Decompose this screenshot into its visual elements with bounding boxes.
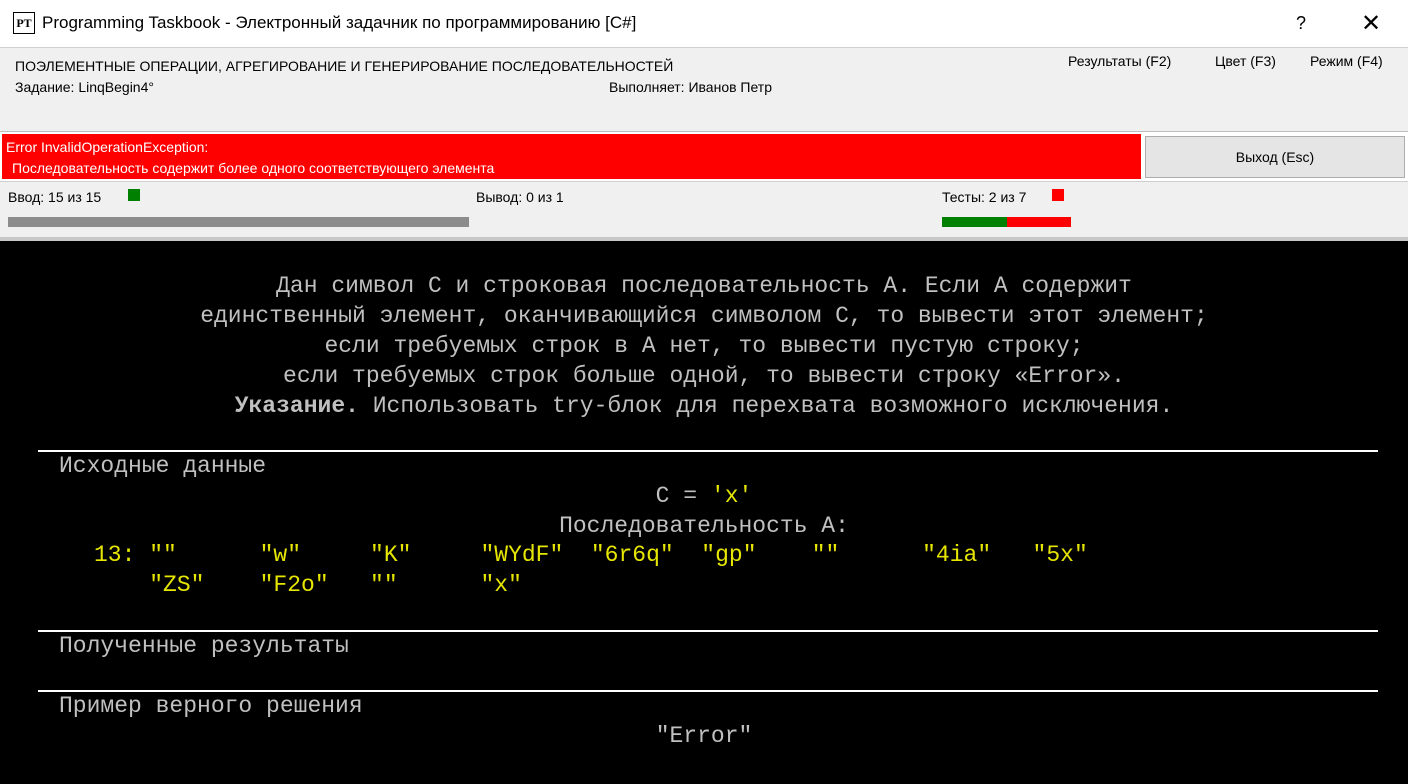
help-button[interactable]: ? — [1278, 0, 1324, 47]
output-count: Вывод: 0 из 1 — [476, 189, 564, 205]
c-value: C = 'x' — [0, 481, 1408, 511]
description-line: если требуемых строк в A нет, то вывести… — [324, 333, 1084, 359]
example-section-title: Пример верного решения — [59, 693, 363, 719]
hint-label: Указание. — [234, 393, 359, 419]
error-type: Error InvalidOperationException: — [6, 139, 209, 155]
mode-menu-item[interactable]: Режим (F4) — [1310, 52, 1383, 70]
window-title: Programming Taskbook - Электронный задач… — [42, 13, 637, 32]
group-title: ПОЭЛЕМЕНТНЫЕ ОПЕРАЦИИ, АГРЕГИРОВАНИЕ И Г… — [15, 58, 674, 74]
hint-text: Использовать try-блок для перехвата возм… — [358, 393, 1174, 419]
input-progress-bar — [8, 217, 469, 227]
input-section-title: Исходные данные — [59, 453, 267, 479]
c-name: C = — [655, 483, 711, 509]
exit-button[interactable]: Выход (Esc) — [1145, 136, 1405, 178]
task-name: Задание: LinqBegin4° — [15, 79, 154, 95]
c-literal: 'x' — [710, 483, 753, 509]
description-line: если требуемых строк больше одной, то вы… — [283, 363, 1125, 389]
divider — [0, 131, 1408, 132]
input-count: Ввод: 15 из 15 — [8, 189, 102, 205]
app-icon: PT — [13, 12, 35, 34]
example-output: "Error" — [655, 723, 753, 749]
tests-count: Тесты: 2 из 7 — [942, 189, 1027, 205]
color-menu-item[interactable]: Цвет (F3) — [1215, 52, 1276, 70]
error-message: Последовательность содержит более одного… — [12, 160, 495, 176]
tests-remaining-bar — [1007, 217, 1071, 227]
description-hint: Указание. Использовать try-блок для пере… — [0, 391, 1408, 421]
sequence-row: "ZS" "F2o" "" "x" — [94, 572, 522, 598]
close-button[interactable]: ✕ — [1348, 0, 1394, 47]
description-line: единственный элемент, оканчивающийся сим… — [200, 303, 1208, 329]
status-row — [0, 181, 1408, 237]
results-menu-item[interactable]: Результаты (F2) — [1068, 52, 1171, 70]
results-section-title: Полученные результаты — [59, 633, 349, 659]
sequence-row: 13: "" "w" "K" "WYdF" "6r6q" "gp" "" "4i… — [94, 542, 1088, 568]
sequence-title: Последовательность A: — [559, 513, 849, 539]
description-line: Дан символ C и строковая последовательно… — [276, 273, 1132, 299]
input-status-indicator — [128, 189, 140, 201]
performer-name: Выполняет: Иванов Петр — [609, 79, 773, 95]
tests-passed-bar — [942, 217, 1007, 227]
tests-status-indicator — [1052, 189, 1064, 201]
